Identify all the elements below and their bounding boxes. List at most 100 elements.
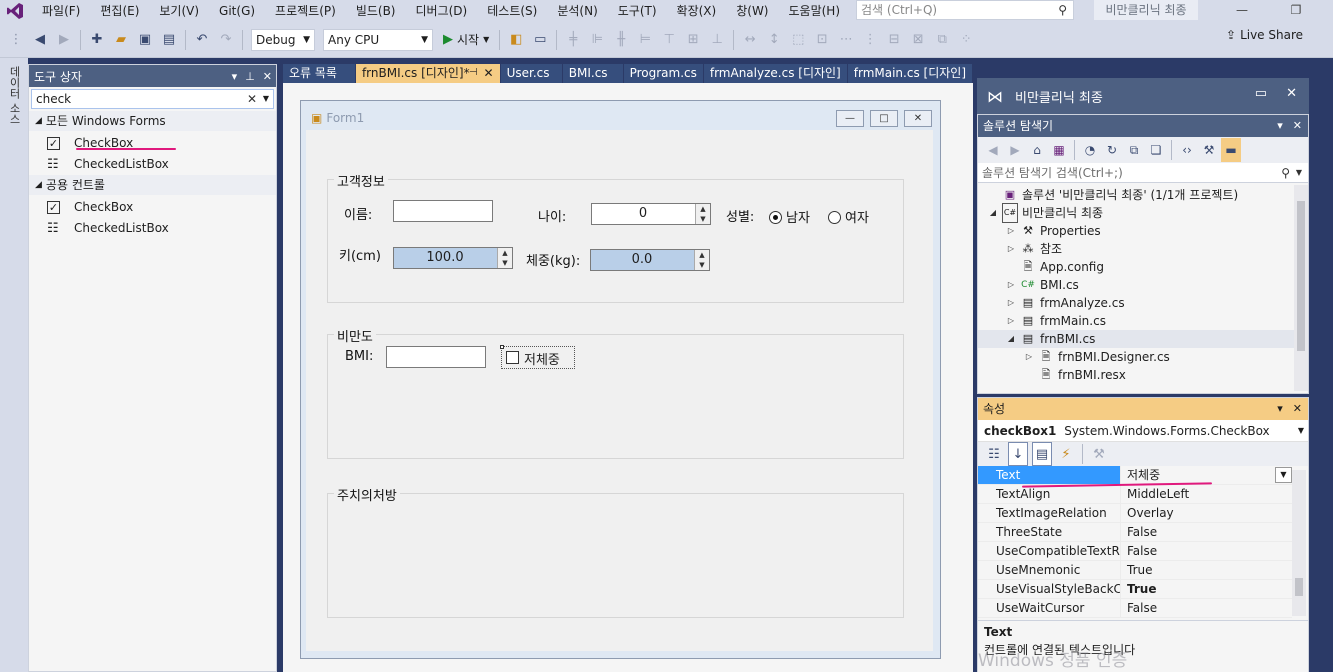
chevron-down-icon[interactable]: ▼	[1275, 467, 1292, 483]
toolbox-search-input[interactable]: check ✕ ▼	[31, 89, 274, 109]
male-radio[interactable]: 남자	[769, 207, 810, 226]
toolbox-item-checkedlistbox[interactable]: ☷ CheckedListBox	[29, 154, 276, 175]
solution-explorer-scrollbar[interactable]	[1294, 185, 1308, 391]
toolbar-grip-icon[interactable]: ⋮	[6, 28, 26, 52]
start-debugging-button[interactable]: ▶ 시작 ▼	[439, 28, 493, 52]
object-selector[interactable]: checkBox1 System.Windows.Forms.CheckBox …	[978, 420, 1308, 442]
tree-node-bmi-cs[interactable]: ▷ C# BMI.cs	[978, 276, 1308, 294]
menu-debug[interactable]: 디버그(D)	[406, 0, 478, 22]
restore-window-icon[interactable]: ❐	[1276, 0, 1316, 22]
bring-to-front-icon[interactable]: ⧉	[932, 28, 952, 52]
property-value[interactable]: False	[1121, 542, 1292, 560]
chevron-down-icon[interactable]: ▼	[1296, 163, 1302, 183]
collapsed-triangle-icon[interactable]: ▷	[1006, 222, 1016, 240]
make-same-width-icon[interactable]: ↔	[740, 28, 760, 52]
pin-icon[interactable]: ⊥	[245, 70, 255, 83]
close-tab-icon[interactable]: ✕	[484, 64, 494, 82]
menu-help[interactable]: 도움말(H)	[779, 0, 851, 22]
expanded-triangle-icon[interactable]: ◢	[1006, 330, 1016, 348]
underweight-checkbox[interactable]: 저체중	[500, 345, 575, 369]
tree-node-frmanalyze[interactable]: ▷ ▤ frmAnalyze.cs	[978, 294, 1308, 312]
forward-icon[interactable]: ▶	[1005, 138, 1025, 162]
spin-updown-icon[interactable]: ▲ ▼	[497, 248, 512, 268]
switch-views-icon[interactable]: ▦	[1049, 138, 1069, 162]
property-row-usemnemonic[interactable]: UseMnemonic True	[978, 561, 1292, 580]
panel-options-icon[interactable]: ▾	[1277, 115, 1283, 137]
align-bottoms-icon[interactable]: ⊥	[707, 28, 727, 52]
menu-git[interactable]: Git(G)	[209, 0, 265, 22]
tree-node-frmmain[interactable]: ▷ ▤ frmMain.cs	[978, 312, 1308, 330]
property-row-threestate[interactable]: ThreeState False	[978, 523, 1292, 542]
menu-tools[interactable]: 도구(T)	[608, 0, 667, 22]
name-textbox[interactable]	[393, 200, 493, 222]
vertical-spacing-icon[interactable]: ⋮	[860, 28, 880, 52]
menu-project[interactable]: 프로젝트(P)	[265, 0, 346, 22]
property-value[interactable]: Overlay	[1121, 504, 1292, 522]
undo-icon[interactable]: ↶	[192, 28, 212, 52]
categorized-icon[interactable]: ☷	[984, 442, 1004, 466]
property-row-usevisualstylebackcolor[interactable]: UseVisualStyleBackColor True	[978, 580, 1292, 599]
scroll-thumb[interactable]	[1295, 578, 1303, 596]
expanded-triangle-icon[interactable]: ◢	[988, 204, 998, 222]
property-row-usecompatibletextrendering[interactable]: UseCompatibleTextRender False	[978, 542, 1292, 561]
tree-node-frnbmi-resx[interactable]: 🗎 frnBMI.resx	[978, 366, 1308, 384]
toolbox-group-all-windows-forms[interactable]: ◢ 모든 Windows Forms	[29, 111, 276, 131]
tab-user-cs[interactable]: User.cs	[500, 64, 563, 83]
menu-view[interactable]: 보기(V)	[149, 0, 209, 22]
property-row-usewaitcursor[interactable]: UseWaitCursor False	[978, 599, 1292, 618]
new-project-icon[interactable]: ✚	[87, 28, 107, 52]
horizontal-spacing-icon[interactable]: ⋯	[836, 28, 856, 52]
collapsed-triangle-icon[interactable]: ▷	[1006, 276, 1016, 294]
show-all-files-icon[interactable]: ❏	[1146, 138, 1166, 162]
tab-frmmain-designer[interactable]: frmMain.cs [디자인]	[847, 64, 973, 83]
property-row-text[interactable]: Text 저체중 ▼	[978, 466, 1292, 485]
redo-icon[interactable]: ↷	[216, 28, 236, 52]
collapsed-triangle-icon[interactable]: ▷	[1006, 294, 1016, 312]
groupbox-doctor-prescription[interactable]: 주치의처방	[327, 485, 904, 618]
menu-window[interactable]: 창(W)	[726, 0, 778, 22]
properties-scrollbar[interactable]	[1292, 470, 1306, 616]
collapsed-triangle-icon[interactable]: ▷	[1024, 348, 1034, 366]
female-radio[interactable]: 여자	[828, 207, 869, 226]
back-icon[interactable]: ◀	[983, 138, 1003, 162]
close-icon[interactable]: ✕	[1293, 115, 1302, 137]
scroll-thumb[interactable]	[1297, 201, 1305, 351]
menu-build[interactable]: 빌드(B)	[346, 0, 406, 22]
properties-view-icon[interactable]: ▤	[1032, 442, 1052, 466]
tab-frmanalyze-designer[interactable]: frmAnalyze.cs [디자인]	[703, 64, 848, 83]
property-value[interactable]: True	[1121, 561, 1292, 579]
tree-node-frnbmi[interactable]: ◢ ▤ frnBMI.cs	[978, 330, 1308, 348]
close-icon[interactable]: ✕	[263, 70, 272, 83]
tab-bmi-cs[interactable]: BMI.cs	[562, 64, 624, 83]
collapsed-triangle-icon[interactable]: ▷	[1006, 240, 1016, 258]
height-numeric[interactable]: 100.0 ▲ ▼	[393, 247, 513, 269]
data-sources-tab[interactable]: 데이터 소스	[6, 66, 22, 125]
align-tops-icon[interactable]: ⊤	[659, 28, 679, 52]
tree-node-solution[interactable]: ▣ 솔루션 '비만클리닉 최종' (1/1개 프로젝트)	[978, 186, 1308, 204]
live-share-button[interactable]: ⇪ Live Share	[1226, 28, 1303, 42]
tab-order-icon[interactable]: ⁘	[956, 28, 976, 52]
configuration-select[interactable]: Debug ▼	[251, 28, 315, 51]
navigate-back-icon[interactable]: ◀	[30, 28, 50, 52]
tab-error-list[interactable]: 오류 목록	[283, 64, 356, 83]
tab-program-cs[interactable]: Program.cs	[623, 64, 704, 83]
panel-options-icon[interactable]: ▾	[232, 70, 238, 83]
align-to-grid-icon[interactable]: ╪	[563, 28, 583, 52]
chevron-down-icon[interactable]: ▼	[263, 90, 269, 108]
menu-analyze[interactable]: 분석(N)	[547, 0, 607, 22]
visual-studio-logo-icon[interactable]	[4, 0, 26, 22]
preview-icon[interactable]: ▬	[1221, 138, 1241, 162]
tree-node-project[interactable]: ◢ C# 비만클리닉 최종	[978, 203, 1308, 223]
view-code-icon[interactable]: ‹›	[1177, 138, 1197, 162]
menu-edit[interactable]: 편집(E)	[90, 0, 149, 22]
minimize-window-icon[interactable]: —	[1222, 0, 1262, 22]
property-value[interactable]: 저체중 ▼	[1121, 466, 1292, 484]
clear-search-icon[interactable]: ✕	[247, 90, 257, 108]
pending-changes-icon[interactable]: ◔	[1080, 138, 1100, 162]
toolbox-item-checkbox[interactable]: ✓ CheckBox	[29, 133, 276, 154]
property-pages-wrench-icon[interactable]: ⚒	[1089, 442, 1109, 466]
center-horizontally-icon[interactable]: ⊟	[884, 28, 904, 52]
maximize-icon[interactable]: ▭	[1255, 86, 1267, 101]
tree-node-properties[interactable]: ▷ ⚒ Properties	[978, 222, 1308, 240]
save-all-icon[interactable]: ▤	[159, 28, 179, 52]
